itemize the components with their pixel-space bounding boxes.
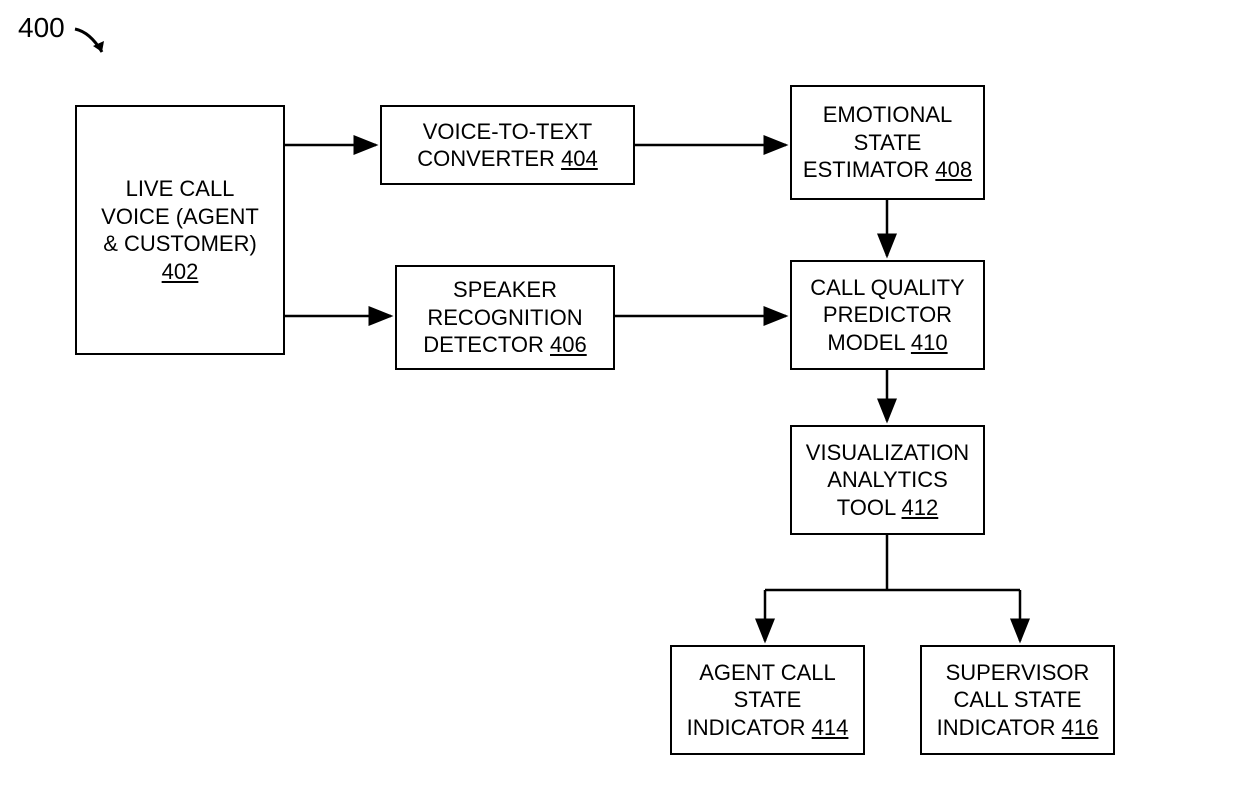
box-live-call-voice: LIVE CALL VOICE (AGENT & CUSTOMER) 402 — [75, 105, 285, 355]
box-412-ref: 412 — [902, 495, 939, 520]
box-410-ref: 410 — [911, 330, 948, 355]
box-402-line3: & CUSTOMER) — [103, 231, 257, 256]
box-408-line2: STATE — [854, 130, 922, 155]
box-410-line3-prefix: MODEL — [827, 330, 911, 355]
box-412-line3-prefix: TOOL — [837, 495, 902, 520]
box-406-ref: 406 — [550, 332, 587, 357]
box-404-line1: VOICE-TO-TEXT — [423, 119, 593, 144]
box-voice-to-text-converter: VOICE-TO-TEXT CONVERTER 404 — [380, 105, 635, 185]
box-416-ref: 416 — [1062, 715, 1099, 740]
figure-number: 400 — [18, 12, 65, 44]
box-406-line1: SPEAKER — [453, 277, 557, 302]
box-agent-call-state-indicator: AGENT CALL STATE INDICATOR 414 — [670, 645, 865, 755]
box-416-line1: SUPERVISOR — [946, 660, 1090, 685]
box-406-line2: RECOGNITION — [427, 305, 582, 330]
box-402-line1: LIVE CALL — [126, 176, 235, 201]
box-visualization-analytics-tool: VISUALIZATION ANALYTICS TOOL 412 — [790, 425, 985, 535]
box-402-line2: VOICE (AGENT — [101, 204, 259, 229]
box-supervisor-call-state-indicator: SUPERVISOR CALL STATE INDICATOR 416 — [920, 645, 1115, 755]
figure-pointer-arrow — [70, 24, 120, 64]
box-410-line1: CALL QUALITY — [810, 275, 964, 300]
box-416-line2: CALL STATE — [954, 687, 1082, 712]
box-410-line2: PREDICTOR — [823, 302, 952, 327]
box-412-line1: VISUALIZATION — [806, 440, 969, 465]
box-414-line1: AGENT CALL — [699, 660, 836, 685]
box-414-line3-prefix: INDICATOR — [687, 715, 812, 740]
box-414-line2: STATE — [734, 687, 802, 712]
box-404-line2-prefix: CONVERTER — [417, 146, 561, 171]
box-speaker-recognition-detector: SPEAKER RECOGNITION DETECTOR 406 — [395, 265, 615, 370]
box-414-ref: 414 — [812, 715, 849, 740]
flowchart-diagram: 400 LIVE CALL VOICE (AGENT & CUSTOMER) 4… — [0, 0, 1240, 811]
box-404-ref: 404 — [561, 146, 598, 171]
box-emotional-state-estimator: EMOTIONAL STATE ESTIMATOR 408 — [790, 85, 985, 200]
box-406-line3-prefix: DETECTOR — [423, 332, 550, 357]
box-412-line2: ANALYTICS — [827, 467, 948, 492]
box-408-ref: 408 — [935, 157, 972, 182]
box-402-ref: 402 — [162, 259, 199, 284]
box-416-line3-prefix: INDICATOR — [937, 715, 1062, 740]
box-408-line3-prefix: ESTIMATOR — [803, 157, 935, 182]
box-408-line1: EMOTIONAL — [823, 102, 953, 127]
box-call-quality-predictor-model: CALL QUALITY PREDICTOR MODEL 410 — [790, 260, 985, 370]
